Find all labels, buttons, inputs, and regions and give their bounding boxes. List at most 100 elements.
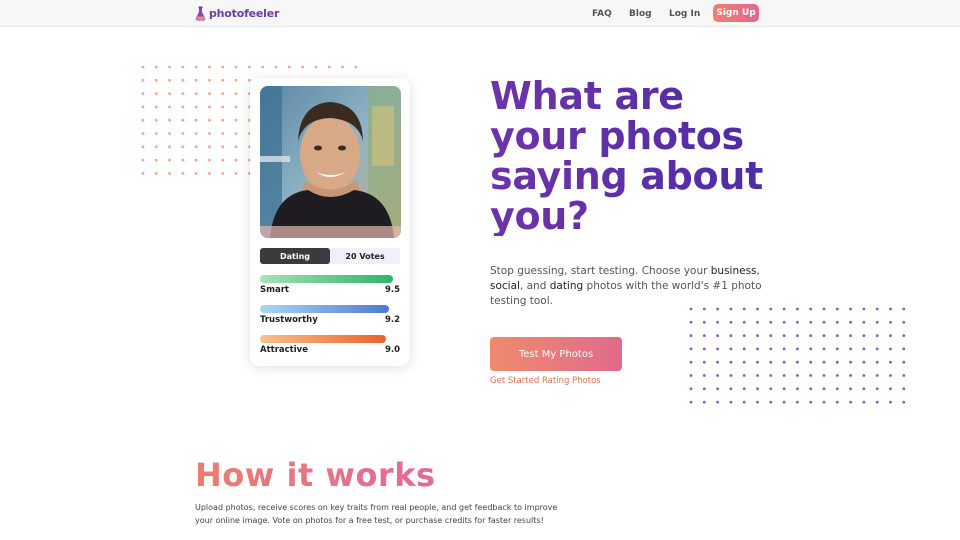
decorative-dot <box>689 360 693 364</box>
decorative-dot <box>742 360 746 364</box>
decorative-dot <box>756 320 759 324</box>
decorative-dot <box>154 78 158 82</box>
decorative-dot <box>822 374 826 377</box>
decorative-dot <box>862 320 866 324</box>
decorative-dot <box>702 374 706 377</box>
decorative-dot <box>729 334 733 337</box>
decorative-dot <box>168 92 171 95</box>
decorative-dot <box>194 105 198 109</box>
get-started-rating-link[interactable]: Get Started Rating Photos <box>490 376 601 386</box>
decorative-dot <box>221 132 225 135</box>
decorative-dot <box>742 387 746 391</box>
decorative-dot <box>194 132 198 135</box>
man-portrait-image <box>260 86 401 238</box>
decorative-dot <box>208 172 211 175</box>
decorative-dot <box>702 347 706 351</box>
decorative-dot <box>287 65 291 69</box>
decorative-dot <box>875 400 879 404</box>
decorative-dot <box>822 347 826 351</box>
metric-score: 9.5 <box>384 285 400 295</box>
test-my-photos-button[interactable]: Test My Photos <box>490 337 622 371</box>
decorative-dot <box>194 65 198 69</box>
decorative-dot <box>221 145 225 149</box>
decorative-dot <box>301 65 304 69</box>
decorative-dot <box>809 360 813 364</box>
decorative-dot <box>756 360 759 364</box>
decorative-dot <box>835 360 839 364</box>
decorative-dot <box>702 400 706 404</box>
nav-blog-link[interactable]: Blog <box>629 0 652 27</box>
decorative-dot <box>221 105 225 109</box>
decorative-dot <box>716 320 719 324</box>
nav-login-link[interactable]: Log In <box>669 0 700 27</box>
decorative-dot <box>875 334 879 337</box>
decorative-dot <box>875 387 879 391</box>
decorative-dot <box>782 360 786 364</box>
decorative-dot <box>689 347 693 351</box>
metric-score: 9.0 <box>384 345 400 355</box>
decorative-dot <box>782 347 786 351</box>
decorative-dot <box>729 320 733 324</box>
decorative-dot <box>168 132 171 135</box>
decorative-dot <box>168 158 171 162</box>
decorative-dot <box>154 118 158 122</box>
decorative-dot <box>849 360 852 364</box>
decorative-dot <box>154 172 158 175</box>
dating-tab[interactable]: Dating <box>260 248 330 264</box>
metric-label: Trustworthy <box>260 315 318 325</box>
decorative-dot <box>141 92 145 95</box>
headline-line: What are <box>490 74 684 118</box>
decorative-dot <box>314 65 318 69</box>
decorative-dot <box>782 334 786 337</box>
decorative-dot <box>341 65 344 69</box>
decorative-dot <box>168 172 171 175</box>
decorative-dot <box>889 387 892 391</box>
decorative-dot <box>194 78 198 82</box>
decorative-dot <box>902 374 906 377</box>
decorative-dot <box>782 387 786 391</box>
decorative-dot <box>742 400 746 404</box>
subtext-part: , and <box>519 280 550 292</box>
decorative-dot-grid-right <box>689 307 906 404</box>
decorative-dot <box>208 145 211 149</box>
decorative-dot <box>181 65 185 69</box>
metric-label: Attractive <box>260 345 308 355</box>
decorative-dot <box>862 307 866 311</box>
decorative-dot <box>141 65 145 69</box>
decorative-dot <box>234 78 238 82</box>
headline-line: saying about <box>490 154 763 198</box>
decorative-dot <box>181 158 185 162</box>
decorative-dot <box>835 320 839 324</box>
decorative-dot <box>875 360 879 364</box>
brand-logo[interactable]: photofeeler <box>195 5 279 21</box>
decorative-dot <box>835 400 839 404</box>
decorative-dot <box>902 307 906 311</box>
decorative-dot <box>875 374 879 377</box>
subtext-business: business <box>710 265 757 277</box>
decorative-dot <box>862 360 866 364</box>
decorative-dot <box>809 374 813 377</box>
signup-button[interactable]: Sign Up <box>713 4 759 22</box>
decorative-dot <box>902 400 906 404</box>
decorative-dot <box>154 65 158 69</box>
decorative-dot <box>862 334 866 337</box>
decorative-dot <box>849 347 852 351</box>
decorative-dot <box>796 360 799 364</box>
decorative-dot <box>261 65 265 69</box>
decorative-dot <box>194 118 198 122</box>
decorative-dot <box>742 374 746 377</box>
decorative-dot <box>756 400 759 404</box>
decorative-dot <box>194 172 198 175</box>
decorative-dot <box>902 387 906 391</box>
metric-smart: Smart 9.5 <box>260 275 400 295</box>
decorative-dot <box>221 158 225 162</box>
decorative-dot <box>809 334 813 337</box>
decorative-dot <box>796 320 799 324</box>
nav-faq-link[interactable]: FAQ <box>592 0 612 27</box>
decorative-dot <box>902 360 906 364</box>
decorative-dot <box>689 387 693 391</box>
decorative-dot <box>835 347 839 351</box>
decorative-dot <box>796 334 799 337</box>
decorative-dot <box>234 132 238 135</box>
decorative-dot <box>689 400 693 404</box>
